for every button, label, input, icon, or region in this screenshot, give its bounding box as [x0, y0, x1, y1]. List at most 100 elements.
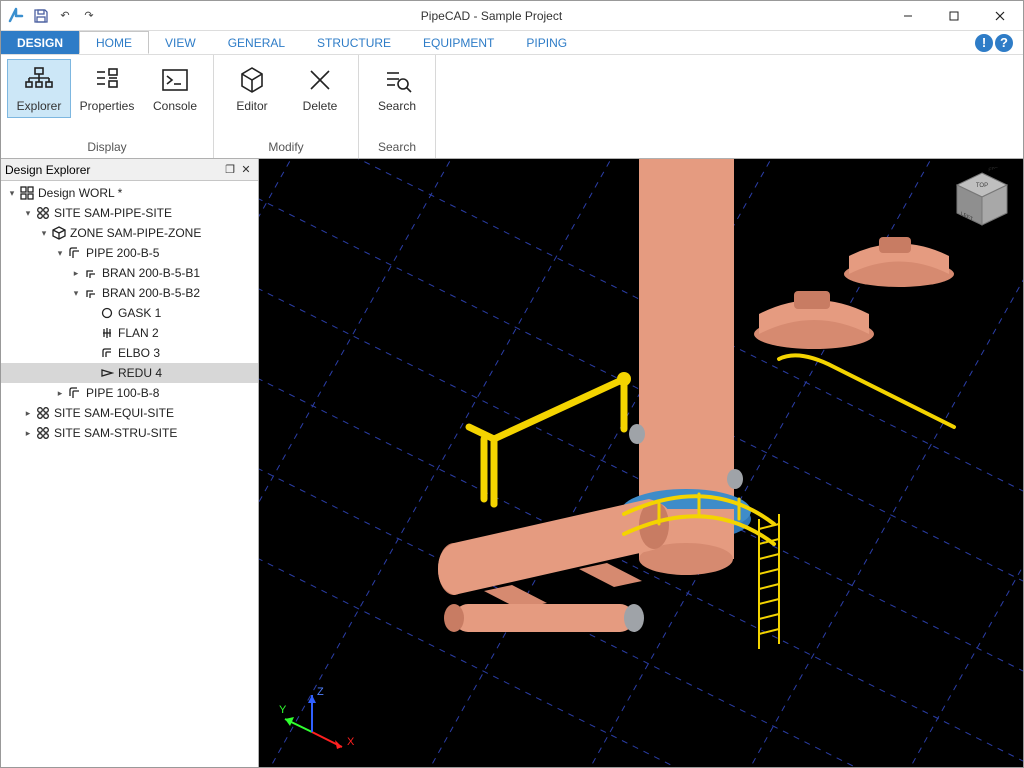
tree-node[interactable]: ▸GASK 1 — [1, 303, 258, 323]
chevron-right-icon[interactable]: ▸ — [53, 388, 67, 399]
tree-node-label: SITE SAM-STRU-SITE — [54, 426, 177, 440]
tree-node[interactable]: ▸REDU 4 — [1, 363, 258, 383]
ribbon-group-label: Search — [359, 140, 435, 158]
delete-icon — [304, 64, 336, 96]
chevron-down-icon[interactable]: ▾ — [5, 188, 19, 199]
tree-node[interactable]: ▾ PIPE 200-B-5 — [1, 243, 258, 263]
site-icon — [35, 425, 51, 441]
editor-button[interactable]: Editor — [220, 59, 284, 118]
tree-node[interactable]: ▸FLAN 2 — [1, 323, 258, 343]
app-logo — [6, 6, 26, 26]
svg-text:X: X — [347, 736, 355, 748]
viewcube-top: TOP — [976, 183, 988, 189]
pipe-icon — [67, 385, 83, 401]
design-tree[interactable]: ▾Design WORL *▾SITE SAM-PIPE-SITE▾ZONE S… — [1, 181, 258, 767]
tree-node-label: BRAN 200-B-5-B1 — [102, 266, 200, 280]
chevron-down-icon[interactable]: ▾ — [69, 288, 83, 299]
site-icon — [35, 405, 51, 421]
chevron-down-icon[interactable]: ▾ — [53, 248, 67, 259]
equipment-exchanger — [438, 499, 673, 632]
chevron-right-icon[interactable]: ▸ — [21, 428, 35, 439]
equipment-pump-1 — [754, 291, 874, 349]
axis-gizmo: X Y Z — [277, 677, 357, 757]
site-icon — [35, 205, 51, 221]
tree-node[interactable]: ▸ SITE SAM-EQUI-SITE — [1, 403, 258, 423]
console-button[interactable]: Console — [143, 59, 207, 118]
tree-node-label: SITE SAM-EQUI-SITE — [54, 406, 174, 420]
tab-piping[interactable]: PIPING — [510, 31, 583, 54]
chevron-down-icon[interactable]: ▾ — [37, 228, 51, 239]
viewcube-front: FRONT — [988, 167, 1006, 174]
svg-text:Y: Y — [279, 704, 287, 716]
grid-icon — [19, 185, 35, 201]
chevron-right-icon[interactable]: ▸ — [21, 408, 35, 419]
tab-design[interactable]: DESIGN — [1, 31, 79, 54]
chevron-down-icon[interactable]: ▾ — [21, 208, 35, 219]
tree-node[interactable]: ▸ PIPE 100-B-8 — [1, 383, 258, 403]
tree-node-label: FLAN 2 — [118, 326, 159, 340]
undo-icon[interactable]: ↶ — [56, 7, 74, 25]
search-icon — [381, 64, 413, 96]
tab-general[interactable]: GENERAL — [212, 31, 301, 54]
tree-node[interactable]: ▾ BRAN 200-B-5-B2 — [1, 283, 258, 303]
redu-icon — [99, 365, 115, 381]
explorer-button[interactable]: Explorer — [7, 59, 71, 118]
title-bar: ↶ ↷ PipeCAD - Sample Project — [1, 1, 1023, 31]
tree-node-label: PIPE 200-B-5 — [86, 246, 159, 260]
minimize-button[interactable] — [885, 1, 931, 31]
tree-node-label: ELBO 3 — [118, 346, 160, 360]
tree-node[interactable]: ▾ Design WORL * — [1, 183, 258, 203]
chevron-right-icon[interactable]: ▸ — [69, 268, 83, 279]
tree-node-label: GASK 1 — [118, 306, 161, 320]
tree-node[interactable]: ▸ SITE SAM-STRU-SITE — [1, 423, 258, 443]
svg-text:Z: Z — [317, 686, 324, 698]
panel-close-icon[interactable]: ✕ — [238, 162, 254, 178]
panel-header: Design Explorer ❐ ✕ — [1, 159, 258, 181]
properties-icon — [91, 64, 123, 96]
ribbon-group-label: Display — [1, 140, 213, 158]
equipment-pump-2 — [844, 237, 954, 287]
close-button[interactable] — [977, 1, 1023, 31]
tree-node-label: REDU 4 — [118, 366, 162, 380]
panel-float-icon[interactable]: ❐ — [222, 162, 238, 178]
tree-node-label: PIPE 100-B-8 — [86, 386, 159, 400]
help-question-icon[interactable]: ? — [995, 34, 1013, 52]
tree-node-label: BRAN 200-B-5-B2 — [102, 286, 200, 300]
tree-node[interactable]: ▸ELBO 3 — [1, 343, 258, 363]
maximize-button[interactable] — [931, 1, 977, 31]
zone-icon — [51, 225, 67, 241]
panel-title: Design Explorer — [5, 163, 90, 177]
tree-node[interactable]: ▾ ZONE SAM-PIPE-ZONE — [1, 223, 258, 243]
flan-icon — [99, 325, 115, 341]
ribbon-body: ExplorerPropertiesConsole Display EditorDe… — [1, 55, 1023, 159]
redo-icon[interactable]: ↷ — [80, 7, 98, 25]
search-button[interactable]: Search — [365, 59, 429, 118]
delete-button[interactable]: Delete — [288, 59, 352, 118]
help-alert-icon[interactable]: ! — [975, 34, 993, 52]
tree-node[interactable]: ▸ BRAN 200-B-5-B1 — [1, 263, 258, 283]
tab-home[interactable]: HOME — [79, 31, 149, 54]
gask-icon — [99, 305, 115, 321]
tree-node-label: SITE SAM-PIPE-SITE — [54, 206, 172, 220]
ribbon-group-label: Modify — [214, 140, 358, 158]
ribbon-tab-strip: DESIGN HOMEVIEWGENERALSTRUCTUREEQUIPMENT… — [1, 31, 1023, 55]
view-cube[interactable]: TOP LEFT FRONT — [949, 167, 1015, 233]
elbo-icon — [99, 345, 115, 361]
window-title: PipeCAD - Sample Project — [98, 9, 885, 23]
tab-structure[interactable]: STRUCTURE — [301, 31, 407, 54]
tree-node-label: Design WORL * — [38, 186, 122, 200]
editor-icon — [236, 64, 268, 96]
tree-node[interactable]: ▾ SITE SAM-PIPE-SITE — [1, 203, 258, 223]
pipe-icon — [67, 245, 83, 261]
bran-icon — [83, 265, 99, 281]
bran-icon — [83, 285, 99, 301]
save-icon[interactable] — [32, 7, 50, 25]
console-icon — [159, 64, 191, 96]
tab-view[interactable]: VIEW — [149, 31, 212, 54]
properties-button[interactable]: Properties — [75, 59, 139, 118]
tree-node-label: ZONE SAM-PIPE-ZONE — [70, 226, 201, 240]
explorer-icon — [23, 64, 55, 96]
tab-equipment[interactable]: EQUIPMENT — [407, 31, 510, 54]
design-explorer-panel: Design Explorer ❐ ✕ ▾Design WORL *▾SITE … — [1, 159, 259, 767]
viewport-3d[interactable]: TOP LEFT FRONT X Y Z — [259, 159, 1023, 767]
